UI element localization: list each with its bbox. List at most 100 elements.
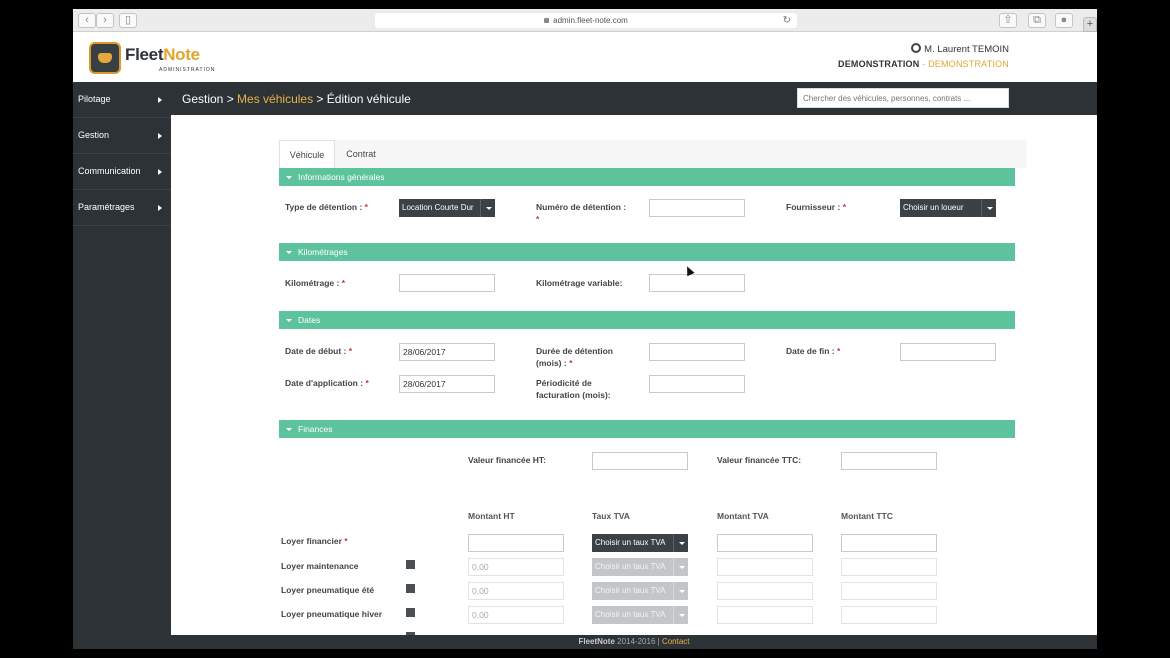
- new-tab-button[interactable]: +: [1083, 17, 1097, 32]
- loyer-pneumatique-ete-montant-ht-input[interactable]: 0,00: [468, 582, 564, 600]
- required-marker: *: [341, 278, 346, 288]
- chevron-down-icon: [673, 534, 688, 552]
- tab-contrat[interactable]: Contrat: [335, 140, 387, 168]
- kilometrage-input[interactable]: [399, 274, 495, 292]
- tabs-icon[interactable]: ⧉: [1028, 13, 1046, 28]
- sidebar-item-label: Paramétrages: [78, 202, 135, 212]
- periodicite-facturation-label: Périodicité de facturation (mois):: [536, 377, 611, 401]
- date-debut-label: Date de début : *: [285, 345, 352, 357]
- breadcrumb-separator: >: [223, 92, 238, 106]
- taux-tva-value: Choisir un taux TVA: [595, 538, 666, 547]
- sidebar-item-gestion[interactable]: Gestion: [73, 118, 171, 154]
- download-icon[interactable]: ●: [1055, 13, 1073, 28]
- breadcrumb-current: Édition véhicule: [326, 92, 411, 106]
- gear-icon[interactable]: [911, 43, 922, 53]
- loyer-maintenance-taux-select[interactable]: Choisir un taux TVA: [592, 558, 688, 576]
- loyer-pneumatique-ete-montant-tva-input[interactable]: [717, 582, 813, 600]
- loyer-financier-montant-ht-input[interactable]: [468, 534, 564, 552]
- user-name: M. Laurent TEMOIN: [924, 44, 1009, 55]
- footer-contact-link[interactable]: Contact: [662, 637, 690, 646]
- fournisseur-value: Choisir un loueur: [903, 203, 964, 212]
- reload-icon[interactable]: ↻: [783, 13, 791, 28]
- brand-name[interactable]: FleetNote: [125, 45, 200, 65]
- sidebar-item-pilotage[interactable]: Pilotage: [73, 82, 171, 118]
- loyer-financier-montant-ttc-input[interactable]: [841, 534, 937, 552]
- browser-window: ‹ › ▯ admin.fleet-note.com ↻ ⇧ ⧉ ● + Fle…: [73, 9, 1097, 649]
- account-label: DEMONSTRATION: [838, 59, 920, 69]
- chevron-down-icon: [480, 199, 495, 217]
- valeur-financee-ht-label: Valeur financée HT:: [468, 455, 546, 465]
- date-fin-input[interactable]: [900, 343, 996, 361]
- sidebar-item-label: Pilotage: [78, 94, 111, 104]
- breadcrumb: Gestion > Mes véhicules > Édition véhicu…: [182, 92, 411, 106]
- chevron-right-icon: [158, 97, 162, 103]
- periodicite-label-line1: Périodicité de: [536, 378, 592, 388]
- sidebar-item-communication[interactable]: Communication: [73, 154, 171, 190]
- loyer-pneumatique-hiver-taux-select[interactable]: Choisir un taux TVA: [592, 606, 688, 624]
- forward-icon[interactable]: ›: [96, 13, 114, 28]
- brand-name-part-b: Note: [163, 45, 200, 64]
- column-header-montant-tva: Montant TVA: [717, 511, 769, 521]
- section-dates[interactable]: Dates: [279, 311, 1015, 329]
- date-fin-label: Date de fin : *: [786, 345, 840, 357]
- loyer-maintenance-montant-tva-input[interactable]: [717, 558, 813, 576]
- loyer-pneumatique-hiver-montant-tva-input[interactable]: [717, 606, 813, 624]
- user-menu[interactable]: M. Laurent TEMOIN: [911, 43, 1009, 55]
- loyer-maintenance-montant-ttc-input[interactable]: [841, 558, 937, 576]
- loyer-maintenance-montant-ht-input[interactable]: 0,00: [468, 558, 564, 576]
- loyer-pneumatique-hiver-montant-ht-input[interactable]: 0,00: [468, 606, 564, 624]
- back-icon[interactable]: ‹: [78, 13, 96, 28]
- date-application-input[interactable]: 28/06/2017: [399, 375, 495, 393]
- duree-detention-label-line2: (mois) :: [536, 358, 567, 368]
- loyer-financier-taux-select[interactable]: Choisir un taux TVA: [592, 534, 688, 552]
- taux-tva-value: Choisir un taux TVA: [595, 586, 666, 595]
- periodicite-label-line2: facturation (mois):: [536, 390, 611, 400]
- tab-vehicule[interactable]: Véhicule: [279, 140, 335, 168]
- duree-detention-input[interactable]: [649, 343, 745, 361]
- type-detention-label-text: Type de détention :: [285, 202, 363, 212]
- periodicite-facturation-input[interactable]: [649, 375, 745, 393]
- loyer-maintenance-checkbox[interactable]: [406, 560, 415, 569]
- fleetnote-logo-icon[interactable]: [89, 42, 121, 74]
- breadcrumb-mes-vehicules[interactable]: Mes véhicules: [237, 92, 313, 106]
- loyer-financier-montant-tva-input[interactable]: [717, 534, 813, 552]
- edit-panel: Véhicule Contrat Informations générales …: [279, 140, 1027, 641]
- loyer-pneumatique-ete-montant-ttc-input[interactable]: [841, 582, 937, 600]
- share-icon[interactable]: ⇧: [999, 13, 1017, 28]
- numero-detention-input[interactable]: [649, 199, 745, 217]
- fournisseur-select[interactable]: Choisir un loueur: [900, 199, 996, 217]
- loyer-financier-label: Loyer financier *: [281, 535, 348, 547]
- search-input[interactable]: [797, 88, 1009, 108]
- required-marker: *: [536, 214, 540, 224]
- loyer-pneumatique-hiver-checkbox[interactable]: [406, 608, 415, 617]
- loyer-pneumatique-ete-label: Loyer pneumatique été: [281, 585, 375, 595]
- date-debut-input[interactable]: 28/06/2017: [399, 343, 495, 361]
- loyer-pneumatique-ete-taux-select[interactable]: Choisir un taux TVA: [592, 582, 688, 600]
- chevron-down-icon: [981, 199, 996, 217]
- valeur-financee-ht-input[interactable]: [592, 452, 688, 470]
- duree-detention-label: Durée de détention (mois) : *: [536, 345, 613, 369]
- kilometrage-variable-input[interactable]: [649, 274, 745, 292]
- section-informations-generales[interactable]: Informations générales: [279, 168, 1015, 186]
- section-finances[interactable]: Finances: [279, 420, 1015, 438]
- fournisseur-label: Fournisseur : *: [786, 201, 846, 213]
- required-marker: *: [364, 202, 368, 212]
- address-bar[interactable]: admin.fleet-note.com ↻: [375, 13, 797, 28]
- required-marker: *: [569, 358, 573, 368]
- sidebar-item-parametrages[interactable]: Paramétrages: [73, 190, 171, 226]
- date-fin-label-text: Date de fin :: [786, 346, 835, 356]
- loyer-financier-label-text: Loyer financier: [281, 536, 342, 546]
- loyer-pneumatique-ete-checkbox[interactable]: [406, 584, 415, 593]
- date-application-label: Date d'application : *: [285, 377, 369, 389]
- required-marker: *: [365, 378, 369, 388]
- section-kilometrages[interactable]: Kilométrages: [279, 243, 1015, 261]
- sidebar-toggle-icon[interactable]: ▯: [119, 13, 137, 28]
- breadcrumb-gestion[interactable]: Gestion: [182, 92, 223, 106]
- loyer-pneumatique-hiver-montant-ttc-input[interactable]: [841, 606, 937, 624]
- type-detention-select[interactable]: Location Courte Dur: [399, 199, 495, 217]
- account-separator: -: [919, 59, 929, 69]
- valeur-financee-ttc-input[interactable]: [841, 452, 937, 470]
- lock-icon: [544, 18, 550, 24]
- account-name: DEMONSTRATION - DEMONSTRATION: [838, 59, 1009, 69]
- sidebar-item-label: Gestion: [78, 130, 110, 140]
